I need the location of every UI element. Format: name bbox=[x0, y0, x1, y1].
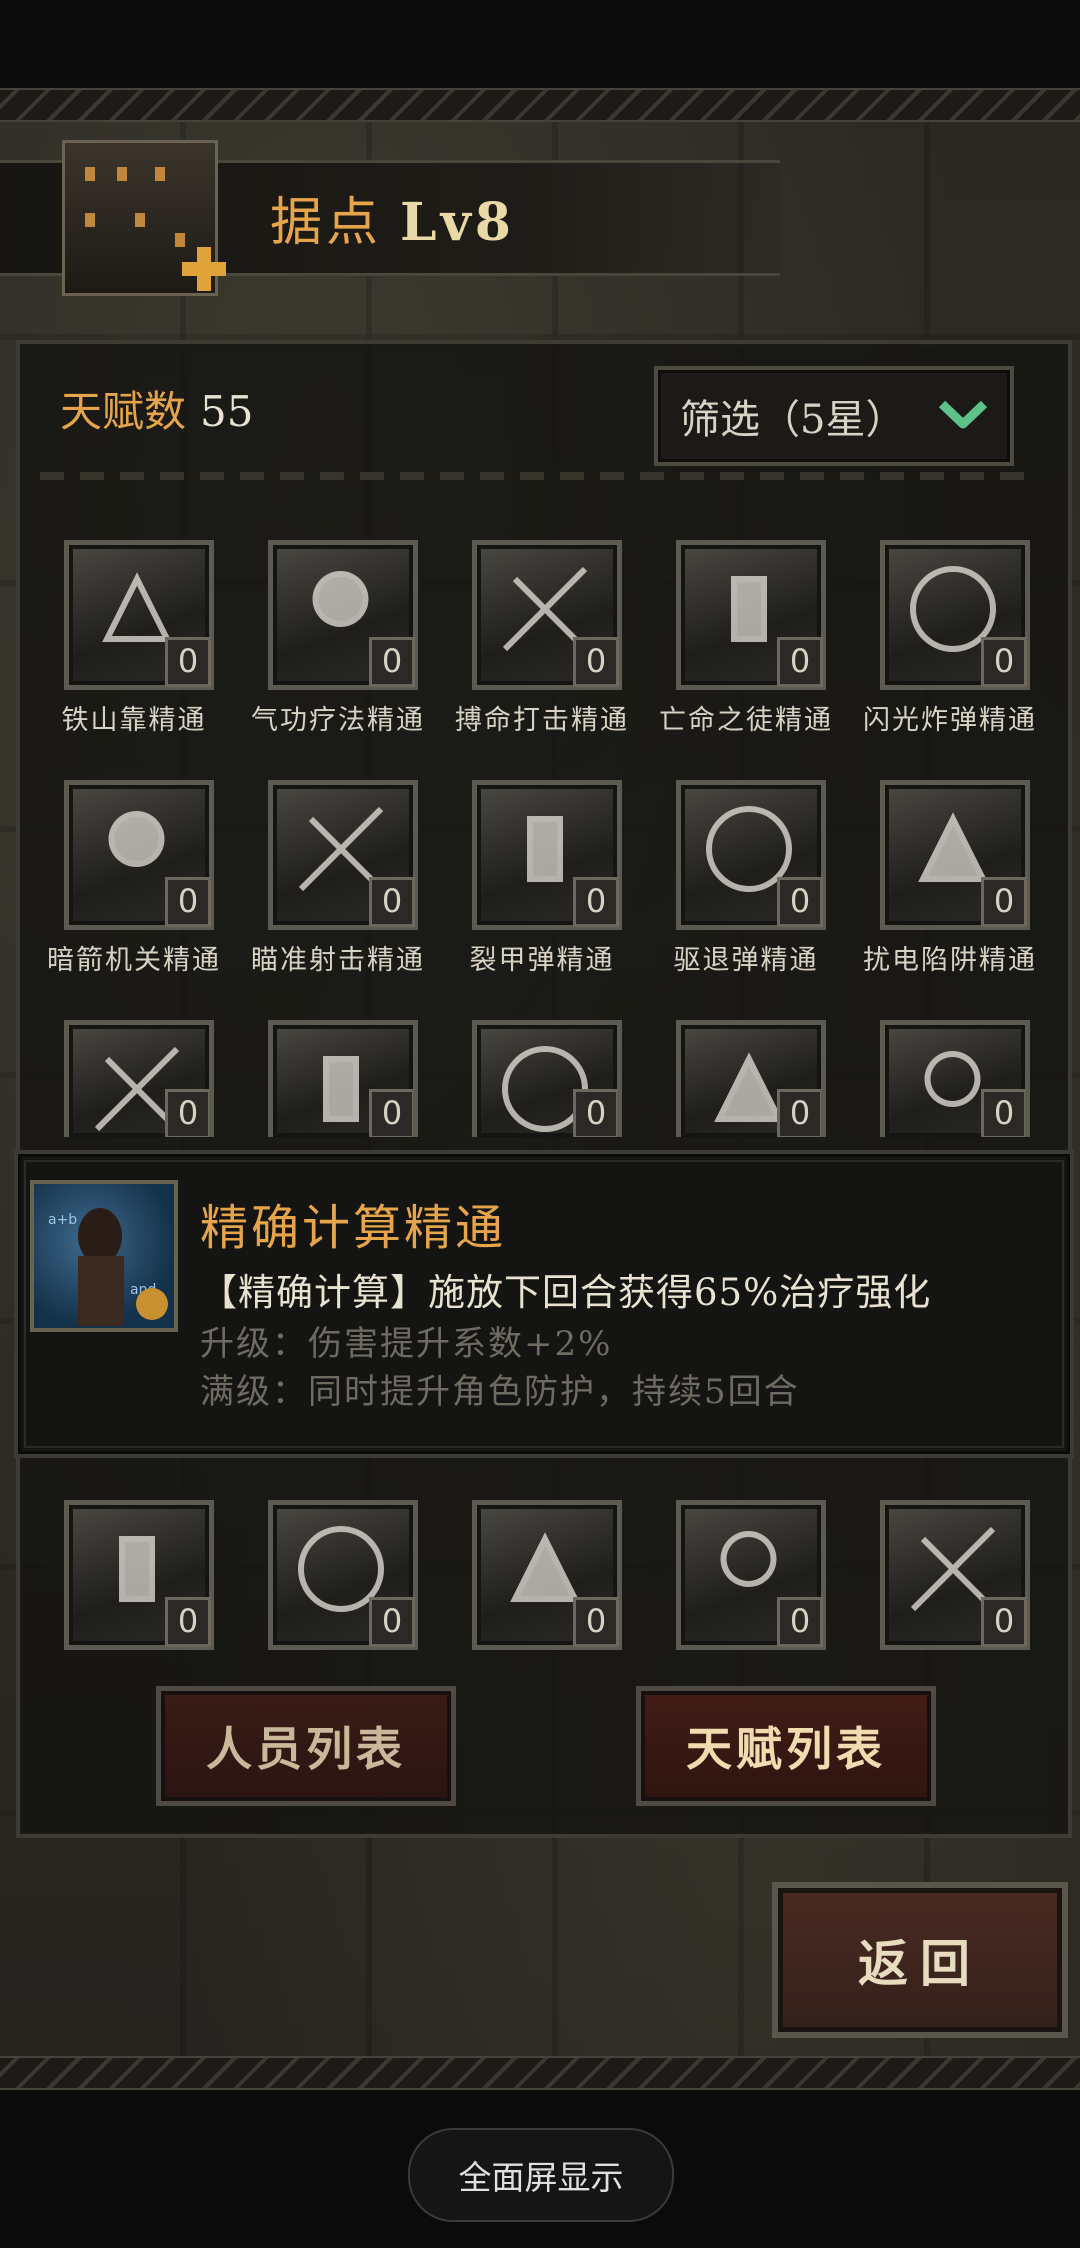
talent-tile[interactable]: 0 bbox=[268, 780, 418, 930]
page-title: 据点 Lv8 bbox=[270, 180, 515, 255]
talent-count-badge: 0 bbox=[777, 877, 823, 927]
upgrade-plus-icon[interactable] bbox=[180, 245, 228, 293]
talent-tile[interactable]: 0 bbox=[676, 540, 826, 690]
talent-count: 天赋数 55 bbox=[60, 378, 253, 439]
divider bbox=[40, 472, 1040, 480]
filter-label: 筛选（5星） bbox=[680, 397, 906, 443]
talent-count-badge: 0 bbox=[165, 877, 211, 927]
talent-count-badge: 0 bbox=[777, 637, 823, 687]
talent-tile[interactable]: 0 bbox=[676, 780, 826, 930]
talent-count-badge: 0 bbox=[369, 1597, 415, 1647]
talent-name: 铁山靠精通 bbox=[61, 705, 207, 736]
chevron-down-icon bbox=[938, 400, 988, 429]
talent-name: 闪光炸弹精通 bbox=[863, 705, 1037, 736]
talent-tile[interactable]: 0 bbox=[472, 540, 622, 690]
talent-tile[interactable]: 0 bbox=[880, 1500, 1030, 1650]
fullscreen-button[interactable]: 全面屏显示 bbox=[408, 2128, 674, 2222]
top-border bbox=[0, 88, 1080, 122]
talent-name: 扰电陷阱精通 bbox=[863, 945, 1037, 976]
talent-tile[interactable]: 0 bbox=[268, 1020, 418, 1137]
talent-count-label: 天赋数 bbox=[60, 387, 187, 436]
talent-count-badge: 0 bbox=[573, 1089, 617, 1137]
title-label: 据点 bbox=[270, 193, 383, 253]
filter-dropdown[interactable]: 筛选（5星） bbox=[654, 366, 1014, 466]
level-label: Lv8 bbox=[400, 192, 515, 253]
back-button[interactable]: 返回 bbox=[772, 1882, 1068, 2038]
talent-tile[interactable]: 0 bbox=[472, 1500, 622, 1650]
tooltip-max-level: 满级：同时提升角色防护，持续5回合 bbox=[200, 1372, 800, 1412]
talent-name: 驱退弹精通 bbox=[673, 945, 819, 976]
talent-tile[interactable]: 0 bbox=[268, 540, 418, 690]
talent-count-badge: 0 bbox=[573, 1597, 619, 1647]
tooltip-description: 【精确计算】施放下回合获得65%治疗强化 bbox=[200, 1271, 932, 1314]
talent-name: 瞄准射击精通 bbox=[251, 945, 425, 976]
tooltip-title: 精确计算精通 bbox=[200, 1200, 507, 1256]
talent-count-badge: 0 bbox=[573, 877, 619, 927]
talent-tile[interactable]: 0 bbox=[268, 1500, 418, 1650]
talent-name: 亡命之徒精通 bbox=[659, 705, 833, 736]
talent-count-badge: 0 bbox=[165, 1089, 209, 1137]
talent-count-badge: 0 bbox=[165, 1597, 211, 1647]
talent-name: 裂甲弹精通 bbox=[469, 945, 615, 976]
personnel-list-button[interactable]: 人员列表 bbox=[156, 1686, 456, 1806]
talent-name: 气功疗法精通 bbox=[251, 705, 425, 736]
talent-tile[interactable]: 0 bbox=[880, 540, 1030, 690]
talent-count-badge: 0 bbox=[981, 1089, 1025, 1137]
bottom-border bbox=[0, 2056, 1080, 2090]
talent-tile[interactable]: 0 bbox=[880, 1020, 1030, 1137]
talent-count-badge: 0 bbox=[165, 637, 211, 687]
talent-count-badge: 0 bbox=[777, 1597, 823, 1647]
talent-tile[interactable]: 0 bbox=[676, 1500, 826, 1650]
talent-count-badge: 0 bbox=[777, 1089, 821, 1137]
svg-text:a+b: a+b bbox=[48, 1212, 77, 1228]
precise-calculation-portrait-icon: a+b and bbox=[30, 1180, 178, 1332]
talent-count-badge: 0 bbox=[981, 1597, 1027, 1647]
talent-tile[interactable]: 0 bbox=[64, 780, 214, 930]
talent-count-badge: 0 bbox=[573, 637, 619, 687]
tooltip-upgrade: 升级：伤害提升系数+2% bbox=[200, 1324, 613, 1364]
talent-tile[interactable]: 0 bbox=[676, 1020, 826, 1137]
talent-tile[interactable]: 0 bbox=[880, 780, 1030, 930]
talent-count-badge: 0 bbox=[369, 877, 415, 927]
talent-tile[interactable]: 0 bbox=[64, 540, 214, 690]
talent-tile[interactable]: 0 bbox=[64, 1500, 214, 1650]
talent-count-value: 55 bbox=[200, 387, 254, 436]
talent-count-badge: 0 bbox=[981, 637, 1027, 687]
talent-count-badge: 0 bbox=[981, 877, 1027, 927]
talent-count-badge: 0 bbox=[369, 637, 415, 687]
talent-tile[interactable]: 0 bbox=[64, 1020, 214, 1137]
talent-count-badge: 0 bbox=[369, 1089, 413, 1137]
talent-list-button[interactable]: 天赋列表 bbox=[636, 1686, 936, 1806]
talent-name: 搏命打击精通 bbox=[455, 705, 629, 736]
talent-name: 暗箭机关精通 bbox=[47, 945, 221, 976]
talent-tile[interactable]: 0 bbox=[472, 780, 622, 930]
talent-tile[interactable]: 0 bbox=[472, 1020, 622, 1137]
